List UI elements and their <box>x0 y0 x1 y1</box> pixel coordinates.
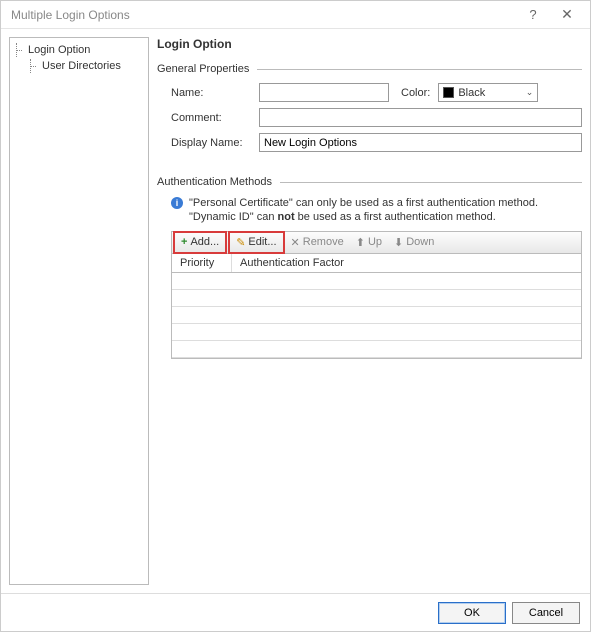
plus-icon: + <box>181 236 187 248</box>
section-title-general: General Properties <box>157 63 249 75</box>
divider <box>257 69 582 70</box>
divider <box>280 182 582 183</box>
comment-label: Comment: <box>171 112 251 124</box>
grid-row-empty[interactable] <box>172 273 581 290</box>
edit-button[interactable]: ✎ Edit... <box>228 231 284 254</box>
color-value: Black <box>458 87 485 99</box>
info-text: "Personal Certificate" can only be used … <box>189 196 538 225</box>
arrow-up-icon: ⬆ <box>356 236 365 249</box>
color-swatch-icon <box>443 87 454 98</box>
titlebar: Multiple Login Options ? ✕ <box>1 1 590 29</box>
close-button[interactable]: ✕ <box>550 2 584 28</box>
color-dropdown[interactable]: Black ⌄ <box>438 83 538 102</box>
grid-body <box>172 273 581 358</box>
grid-header: Priority Authentication Factor <box>172 254 581 273</box>
auth-toolbar: + Add... ✎ Edit... ✕ Remove ⬆ <box>171 231 582 254</box>
dialog-window: Multiple Login Options ? ✕ Login Option … <box>0 0 591 632</box>
grid-row-empty[interactable] <box>172 341 581 358</box>
help-button[interactable]: ? <box>516 2 550 28</box>
color-label: Color: <box>401 87 430 99</box>
displayname-input[interactable] <box>259 133 582 152</box>
dialog-footer: OK Cancel <box>1 593 590 631</box>
main-panel: Login Option General Properties Name: Co… <box>157 37 582 585</box>
displayname-label: Display Name: <box>171 137 251 149</box>
name-label: Name: <box>171 87 251 99</box>
info-icon: i <box>171 197 183 209</box>
chevron-down-icon: ⌄ <box>526 87 534 98</box>
tree-item-user-directories[interactable]: User Directories <box>16 58 142 74</box>
grid-row-empty[interactable] <box>172 290 581 307</box>
grid-row-empty[interactable] <box>172 307 581 324</box>
col-factor[interactable]: Authentication Factor <box>232 254 581 272</box>
add-button[interactable]: + Add... <box>173 231 227 254</box>
ok-button[interactable]: OK <box>438 602 506 624</box>
pencil-icon: ✎ <box>236 236 245 249</box>
tree-connector-icon <box>30 59 38 73</box>
window-title: Multiple Login Options <box>11 8 516 22</box>
remove-icon: ✕ <box>291 236 300 249</box>
comment-input[interactable] <box>259 108 582 127</box>
grid-row-empty[interactable] <box>172 324 581 341</box>
dialog-body: Login Option User Directories Login Opti… <box>1 29 590 593</box>
up-button[interactable]: ⬆ Up <box>350 232 388 253</box>
auth-grid[interactable]: Priority Authentication Factor <box>171 254 582 359</box>
page-title: Login Option <box>157 37 582 51</box>
remove-button[interactable]: ✕ Remove <box>285 232 350 253</box>
tree-item-label: User Directories <box>42 60 121 72</box>
help-icon: ? <box>529 7 536 22</box>
section-title-auth: Authentication Methods <box>157 176 272 188</box>
section-auth: Authentication Methods i "Personal Certi… <box>157 176 582 359</box>
arrow-down-icon: ⬇ <box>394 236 403 249</box>
tree-connector-icon <box>16 43 24 57</box>
tree-item-label: Login Option <box>28 44 90 56</box>
close-icon: ✕ <box>561 6 573 23</box>
cancel-button[interactable]: Cancel <box>512 602 580 624</box>
name-input[interactable] <box>259 83 389 102</box>
sidebar-tree[interactable]: Login Option User Directories <box>9 37 149 585</box>
tree-item-login-option[interactable]: Login Option <box>16 42 142 58</box>
down-button[interactable]: ⬇ Down <box>388 232 440 253</box>
col-priority[interactable]: Priority <box>172 254 232 272</box>
section-general: General Properties Name: Color: Black ⌄ <box>157 63 582 158</box>
